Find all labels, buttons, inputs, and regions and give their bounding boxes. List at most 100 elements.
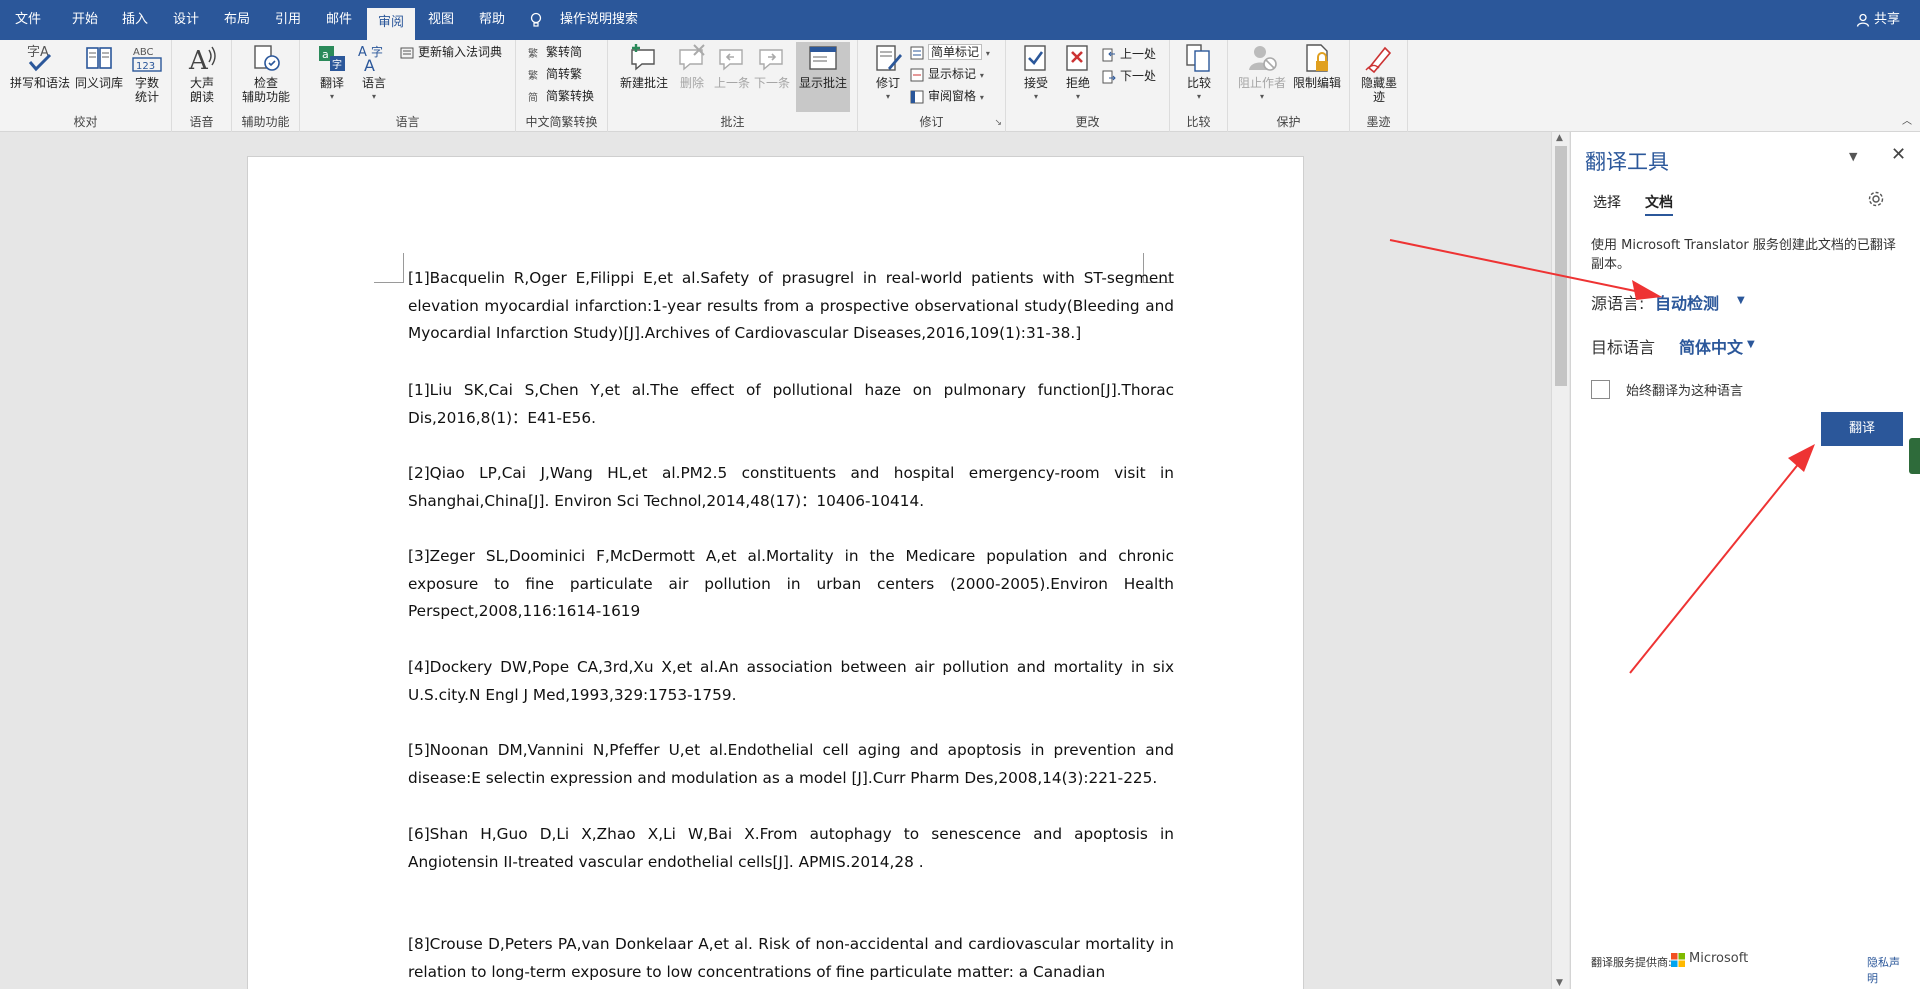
chevron-down-icon[interactable]: ▼: [1747, 339, 1755, 350]
scroll-up-icon[interactable]: ▲: [1556, 133, 1563, 143]
tab-home[interactable]: 开始: [62, 0, 108, 40]
tab-help[interactable]: 帮助: [469, 0, 515, 40]
track-changes-button[interactable]: 修订 ▾: [868, 42, 908, 104]
tab-selection[interactable]: 选择: [1593, 192, 1621, 212]
share-button[interactable]: 共享: [1856, 0, 1900, 40]
search-label: 操作说明搜索: [560, 12, 639, 27]
tab-references[interactable]: 引用: [265, 0, 311, 40]
reference-paragraph[interactable]: [5]Noonan DM,Vannini N,Pfeffer U,et al.E…: [408, 737, 1174, 792]
pane-options-icon[interactable]: ▼: [1849, 150, 1857, 163]
compare-button[interactable]: 比较 ▾: [1178, 42, 1220, 104]
tab-review[interactable]: 审阅: [367, 8, 415, 40]
svg-text:简: 简: [528, 91, 538, 104]
accept-button[interactable]: 接受 ▾: [1016, 42, 1056, 104]
tab-mailings[interactable]: 邮件: [316, 0, 362, 40]
reference-paragraph[interactable]: [1]Liu SK,Cai S,Chen Y,et al.The effect …: [408, 377, 1174, 432]
tab-view[interactable]: 视图: [418, 0, 464, 40]
chevron-down-icon[interactable]: ▼: [1737, 295, 1745, 306]
side-handle[interactable]: [1909, 438, 1920, 474]
group-label-chinese-conversion: 中文简繁转换: [525, 115, 598, 129]
tab-design[interactable]: 设计: [163, 0, 209, 40]
hide-ink-button[interactable]: 隐藏墨 迹: [1356, 42, 1402, 104]
spelling-grammar-button[interactable]: 字A 拼写和语法: [8, 42, 72, 90]
scroll-down-icon[interactable]: ▼: [1556, 978, 1563, 988]
scrollbar-thumb[interactable]: [1555, 146, 1567, 386]
read-aloud-button[interactable]: A 大声 朗读: [178, 42, 226, 104]
svg-text:繁: 繁: [528, 47, 538, 60]
delete-comment-button[interactable]: 删除: [672, 42, 712, 90]
reject-icon: [1066, 45, 1088, 71]
svg-text:a: a: [322, 48, 329, 61]
pane-description: 使用 Microsoft Translator 服务创建此文档的已翻译副本。: [1591, 238, 1896, 272]
translate-ribbon-button[interactable]: a字 翻译 ▾: [312, 42, 352, 104]
new-comment-button[interactable]: 新建批注: [618, 42, 670, 90]
show-comments-icon: [809, 46, 837, 70]
reject-button[interactable]: 拒绝 ▾: [1058, 42, 1098, 104]
next-comment-button[interactable]: 下一条: [752, 42, 792, 90]
reference-paragraph[interactable]: [2]Qiao LP,Cai J,Wang HL,et al.PM2.5 con…: [408, 460, 1174, 515]
provider-label: 翻译服务提供商:: [1591, 956, 1672, 969]
check-accessibility-button[interactable]: 检查 辅助功能: [236, 42, 296, 104]
restrict-editing-button[interactable]: 限制编辑: [1290, 42, 1344, 90]
group-comments: 新建批注 删除 上一条 下一条 显示批注 批注: [608, 40, 858, 132]
close-icon[interactable]: ✕: [1891, 144, 1906, 165]
previous-change-button[interactable]: 上一处: [1102, 44, 1156, 64]
svg-text:A: A: [188, 46, 209, 74]
show-markup-button[interactable]: 显示标记 ▾: [910, 64, 984, 84]
tracking-dialog-launcher-icon[interactable]: ↘: [994, 118, 1002, 128]
thesaurus-button[interactable]: 同义词库: [72, 42, 126, 90]
reference-paragraph[interactable]: [3]Zeger SL,Doominici F,McDermott A,et a…: [408, 543, 1174, 626]
reference-paragraph[interactable]: [6]Shan H,Guo D,Li X,Zhao X,Li W,Bai X.F…: [408, 821, 1174, 876]
always-translate-checkbox[interactable]: [1591, 380, 1610, 399]
group-label-proofing: 校对: [73, 115, 98, 129]
language-button[interactable]: A字A 语言 ▾: [354, 42, 394, 104]
lightbulb-icon: [530, 12, 542, 27]
delete-comment-icon: [679, 44, 705, 71]
tab-document[interactable]: 文档: [1645, 192, 1673, 216]
target-language-label: 目标语言: [1591, 338, 1656, 357]
pane-title: 翻译工具: [1585, 150, 1669, 174]
word-count-icon: ABC 123: [132, 47, 162, 72]
tab-layout[interactable]: 布局: [214, 0, 260, 40]
tab-insert[interactable]: 插入: [112, 0, 158, 40]
gear-icon[interactable]: [1867, 190, 1885, 208]
update-ime-dictionary-button[interactable]: 更新输入法词典: [400, 42, 502, 62]
next-change-button[interactable]: 下一处: [1102, 66, 1156, 86]
share-label: 共享: [1873, 12, 1900, 27]
chinese-conversion-button[interactable]: 简简繁转换: [528, 86, 594, 106]
block-authors-dropdown-caret: ▾: [1259, 92, 1264, 101]
translate-dropdown-caret: ▾: [329, 92, 334, 101]
translate-button[interactable]: 翻译: [1821, 412, 1903, 446]
collapse-ribbon-icon[interactable]: ︿: [1902, 112, 1912, 127]
traditional-to-simplified-button[interactable]: 繁繁转简: [528, 42, 582, 62]
show-comments-button[interactable]: 显示批注: [796, 42, 850, 112]
document-page[interactable]: [1]Bacquelin R,Oger E,Filippi E,et al.Sa…: [247, 156, 1304, 989]
lock-document-icon: [1306, 44, 1328, 72]
block-authors-button[interactable]: 阻止作者 ▾: [1236, 42, 1288, 104]
convert-icon: 繁: [528, 69, 538, 82]
reference-paragraph[interactable]: [4]Dockery DW,Pope CA,3rd,Xu X,et al.An …: [408, 654, 1174, 709]
microsoft-logo-icon: [1671, 953, 1685, 967]
translate-icon: a字: [319, 46, 345, 71]
group-label-speech: 语音: [189, 115, 214, 129]
tab-file[interactable]: 文件: [0, 0, 56, 40]
menu-bar: 文件 开始 插入 设计 布局 引用 邮件 审阅 视图 帮助 操作说明搜索 共享: [0, 0, 1920, 40]
source-language-select[interactable]: 自动检测: [1655, 290, 1719, 314]
svg-text:繁: 繁: [528, 69, 538, 82]
reference-paragraph[interactable]: [8]Crouse D,Peters PA,van Donkelaar A,et…: [408, 931, 1174, 986]
compare-dropdown-caret: ▾: [1196, 92, 1201, 101]
previous-comment-button[interactable]: 上一条: [712, 42, 752, 90]
simplified-to-traditional-button[interactable]: 繁简转繁: [528, 64, 582, 84]
convert-icon: 简: [528, 91, 538, 104]
block-authors-icon: [1249, 46, 1277, 71]
simple-markup-select[interactable]: 简单标记 ▾: [910, 42, 990, 62]
target-language-select[interactable]: 简体中文: [1679, 334, 1743, 358]
group-language: a字 翻译 ▾ A字A 语言 ▾ 更新输入法词典 语言: [300, 40, 516, 132]
group-protect: 阻止作者 ▾ 限制编辑 保护: [1228, 40, 1350, 132]
privacy-link[interactable]: 隐私声明: [1867, 954, 1901, 986]
reviewing-pane-button[interactable]: 审阅窗格 ▾: [910, 86, 984, 106]
source-language-label: 源语言:: [1591, 294, 1645, 313]
word-count-button[interactable]: ABC 123 字数 统计: [126, 42, 168, 104]
vertical-scrollbar[interactable]: ▲ ▼: [1551, 132, 1569, 989]
reference-paragraph[interactable]: [1]Bacquelin R,Oger E,Filippi E,et al.Sa…: [408, 265, 1174, 348]
